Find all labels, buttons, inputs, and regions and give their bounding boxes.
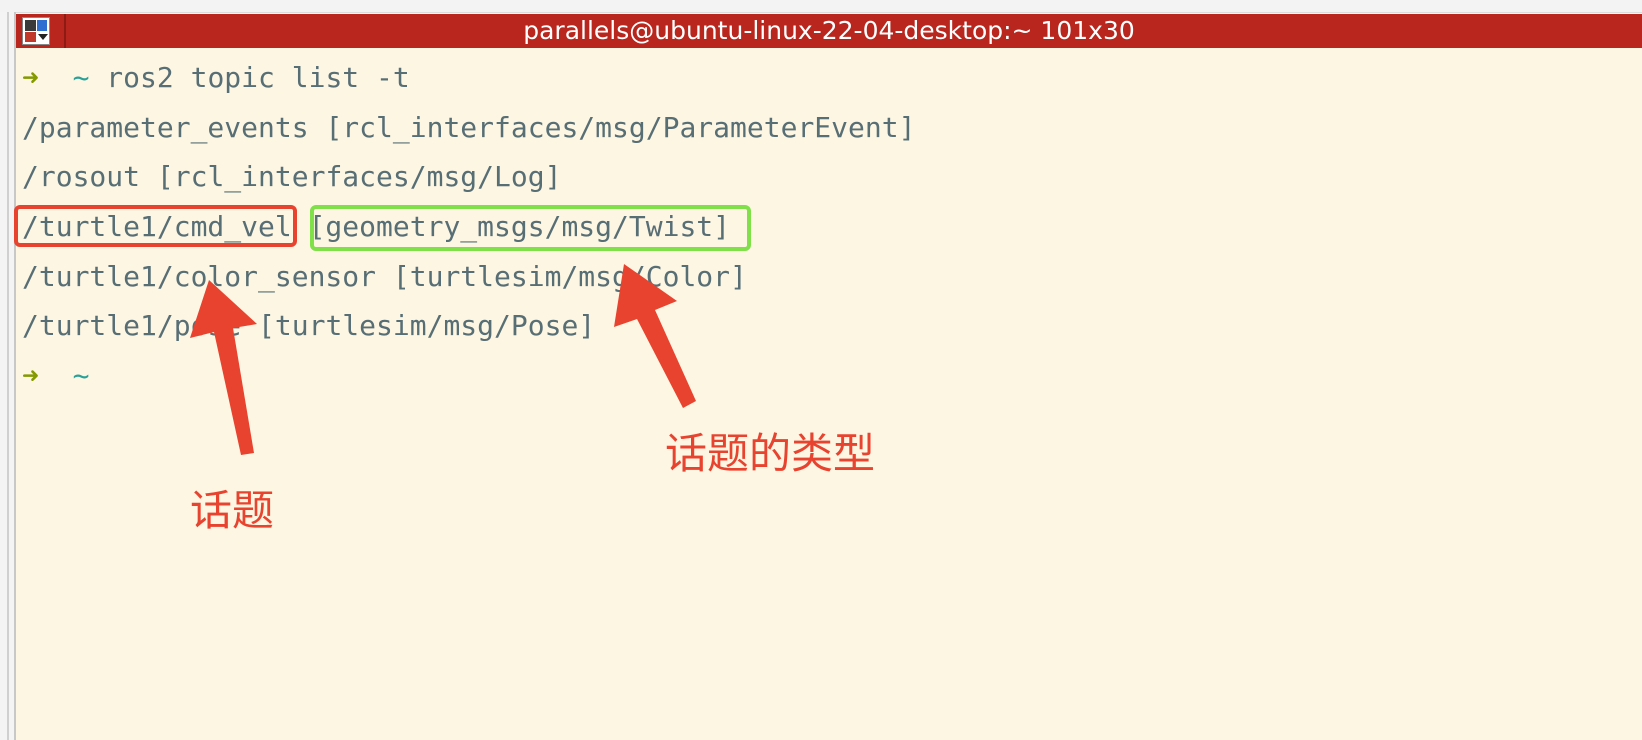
window-title: parallels@ubuntu-linux-22-04-desktop:~ 1… <box>523 16 1135 45</box>
output-line: /turtle1/color_sensor [turtlesim/msg/Col… <box>22 257 747 297</box>
type-highlight-box <box>310 205 751 251</box>
output-line: /rosout [rcl_interfaces/msg/Log] <box>22 157 561 197</box>
terminal-titlebar[interactable]: parallels@ubuntu-linux-22-04-desktop:~ 1… <box>16 14 1642 48</box>
output-line: /parameter_events [rcl_interfaces/msg/Pa… <box>22 108 915 148</box>
topic-name: /turtle1/pose <box>22 309 242 342</box>
prompt-cwd: ~ <box>72 61 90 94</box>
command-text: ros2 topic list -t <box>106 61 410 94</box>
topic-name: /rosout <box>22 160 141 193</box>
output-line: /turtle1/pose [turtlesim/msg/Pose] <box>22 306 595 346</box>
type-annotation-label: 话题的类型 <box>665 429 876 478</box>
topic-name: /turtle1/color_sensor <box>22 260 377 293</box>
window-left-border <box>0 12 16 740</box>
window-top-edge <box>0 0 1642 13</box>
topic-type: [turtlesim/msg/Color] <box>392 260 747 293</box>
command-line: ➜ ~ ros2 topic list -t <box>22 58 410 98</box>
topic-type: [turtlesim/msg/Pose] <box>258 309 596 342</box>
prompt-cwd: ~ <box>72 359 90 392</box>
prompt-arrow-icon: ➜ <box>22 359 39 392</box>
prompt-arrow-icon: ➜ <box>22 61 39 94</box>
topic-name: /parameter_events <box>22 111 309 144</box>
terminal-output-area[interactable]: ➜ ~ ros2 topic list -t /parameter_events… <box>22 56 1622 726</box>
prompt-line: ➜ ~ <box>22 356 89 396</box>
topic-type: [rcl_interfaces/msg/ParameterEvent] <box>325 111 916 144</box>
topic-type: [rcl_interfaces/msg/Log] <box>156 160 562 193</box>
topic-annotation-label: 话题 <box>190 486 275 535</box>
topic-highlight-box <box>14 205 297 247</box>
